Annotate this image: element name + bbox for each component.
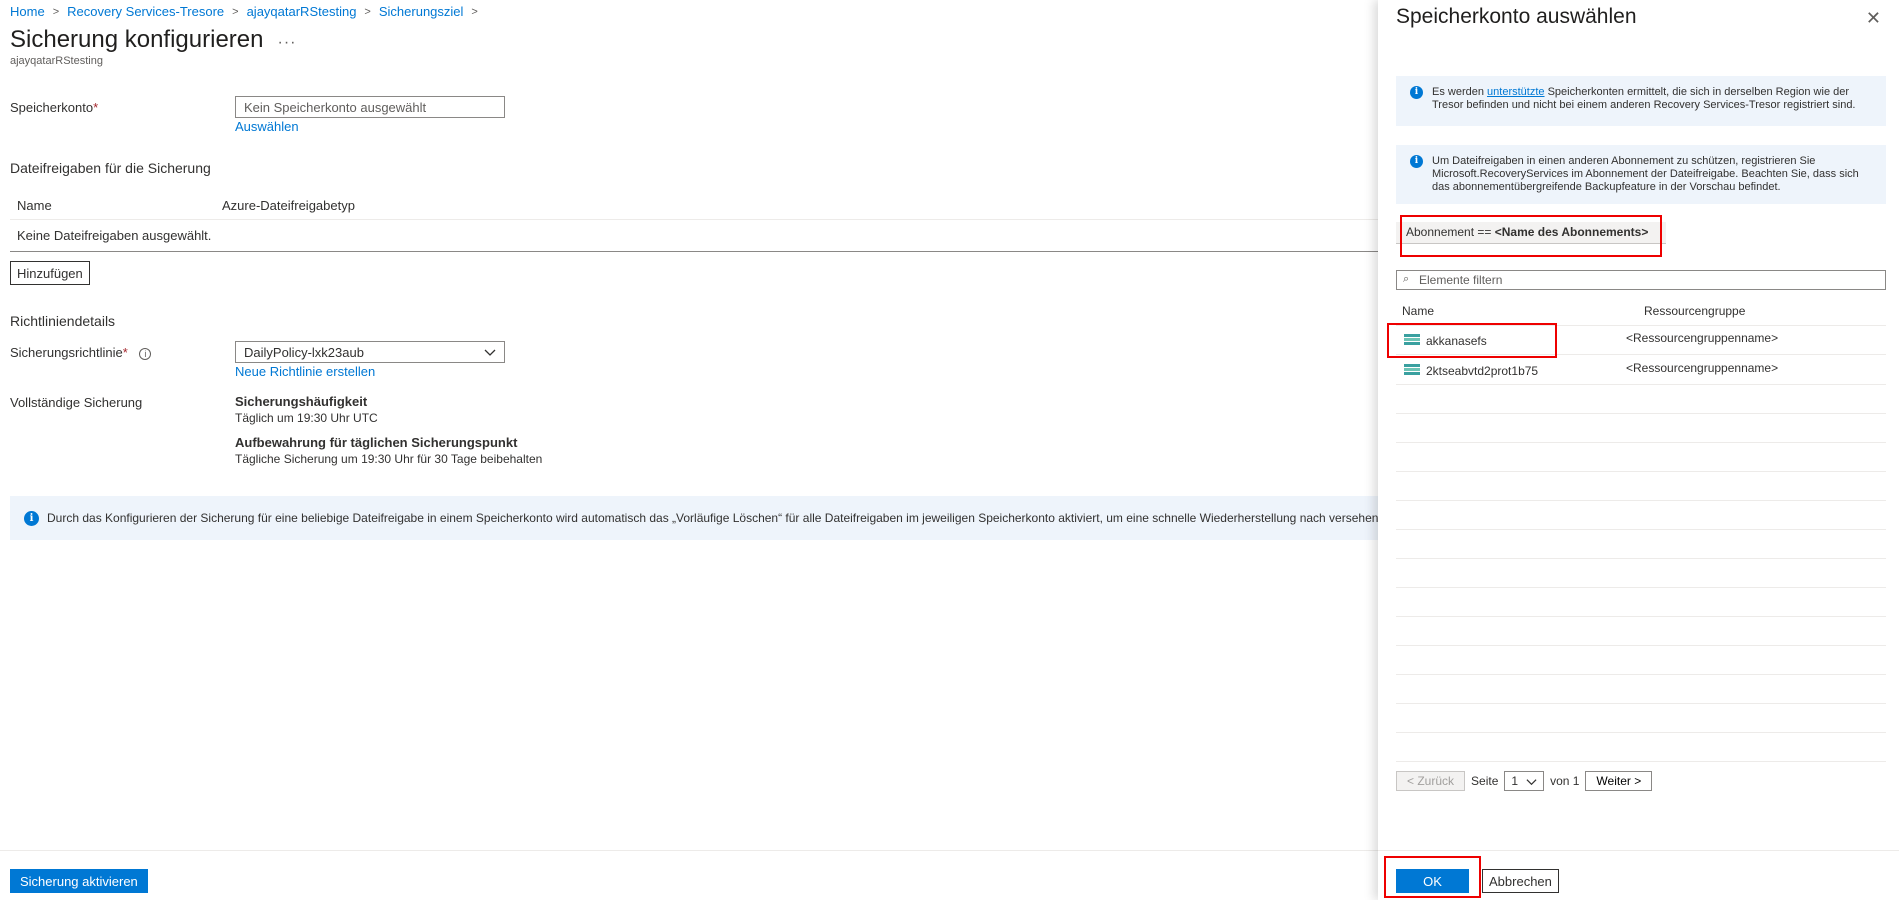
frequency-title: Sicherungshäufigkeit	[235, 394, 368, 409]
empty-row	[1396, 385, 1886, 414]
backup-policy-label-text: Sicherungsrichtlinie	[10, 345, 123, 360]
page-of-label: von 1	[1550, 774, 1580, 788]
page-select-value: 1	[1511, 774, 1519, 788]
filter-prefix: Abonnement ==	[1406, 225, 1495, 239]
chevron-right-icon: >	[232, 5, 239, 18]
storage-account-name: 2ktseabvtd2prot1b75	[1426, 364, 1539, 378]
full-backup-label: Vollständige Sicherung	[10, 395, 143, 410]
backup-policy-dropdown[interactable]: DailyPolicy-lxk23aub	[235, 341, 505, 363]
enable-backup-button[interactable]: Sicherung aktivieren	[10, 869, 148, 893]
chevron-right-icon: >	[471, 5, 478, 18]
page-title: Sicherung konfigurieren ···	[10, 26, 296, 54]
soft-delete-info-text: Durch das Konfigurieren der Sicherung fü…	[47, 511, 1380, 525]
ok-button[interactable]: OK	[1396, 869, 1469, 893]
empty-row	[1396, 675, 1886, 704]
close-icon[interactable]: ✕	[1866, 8, 1881, 29]
backup-policy-label: Sicherungsrichtlinie* i	[10, 345, 152, 360]
empty-row	[1396, 414, 1886, 443]
resource-group-name: <Ressourcengruppenname>	[1626, 361, 1779, 375]
page-subtitle: ajayqatarRStesting	[10, 55, 103, 67]
breadcrumb-home[interactable]: Home	[10, 4, 45, 19]
breadcrumb-backup-goal[interactable]: Sicherungsziel	[379, 4, 464, 19]
subscription-filter-pill[interactable]: Abonnement == <Name des Abonnements>	[1396, 222, 1666, 244]
resource-group-name: <Ressourcengruppenname>	[1626, 331, 1779, 345]
info-icon[interactable]: i	[139, 347, 152, 360]
empty-row	[1396, 530, 1886, 559]
required-mark: *	[93, 100, 99, 115]
cross-subscription-message: i Um Dateifreigaben in einen anderen Abo…	[1396, 145, 1886, 204]
empty-row	[1396, 501, 1886, 530]
file-shares-title: Dateifreigaben für die Sicherung	[10, 160, 211, 176]
empty-row	[1396, 704, 1886, 733]
empty-row	[1396, 559, 1886, 588]
storage-account-name: akkanasefs	[1426, 334, 1487, 348]
info-icon: i	[1410, 86, 1423, 99]
column-resource-group: Ressourcengruppe	[1644, 304, 1746, 318]
more-options-icon[interactable]: ···	[278, 34, 297, 52]
required-mark: *	[122, 345, 128, 360]
file-shares-table-header: Name Azure-Dateifreigabetyp	[10, 192, 1380, 220]
supported-link[interactable]: unterstützte	[1487, 86, 1544, 98]
frequency-value: Täglich um 19:30 Uhr UTC	[235, 411, 378, 425]
storage-account-icon	[1404, 334, 1420, 347]
breadcrumb-vault[interactable]: ajayqatarRStesting	[247, 4, 357, 19]
search-icon: ⌕	[1403, 273, 1410, 285]
select-storage-account-link[interactable]: Auswählen	[235, 119, 299, 134]
chevron-down-icon	[484, 349, 496, 356]
retention-value: Tägliche Sicherung um 19:30 Uhr für 30 T…	[235, 452, 543, 466]
storage-account-label: Speicherkonto*	[10, 100, 98, 115]
storage-account-field[interactable]: Kein Speicherkonto ausgewählt	[235, 96, 505, 118]
page-title-text: Sicherung konfigurieren	[10, 26, 264, 53]
column-name: Name	[1402, 304, 1435, 318]
chevron-down-icon	[1526, 778, 1537, 785]
empty-row	[1396, 617, 1886, 646]
blade-footer: Sicherung aktivieren	[0, 850, 1378, 900]
page-select[interactable]: 1	[1504, 771, 1545, 791]
create-policy-link[interactable]: Neue Richtlinie erstellen	[235, 364, 375, 379]
info-icon: i	[24, 510, 39, 526]
filter-items-placeholder: Elemente filtern	[1419, 273, 1503, 287]
table-row[interactable]: akkanasefs <Ressourcengruppenname>	[1396, 326, 1886, 355]
empty-row	[1396, 472, 1886, 501]
storage-account-label-text: Speicherkonto	[10, 100, 94, 115]
policy-details-title: Richtliniendetails	[10, 313, 116, 329]
cancel-button[interactable]: Abbrechen	[1482, 869, 1559, 893]
storage-account-icon	[1404, 364, 1420, 377]
msg2-text: Um Dateifreigaben in einen anderen Abonn…	[1432, 155, 1859, 193]
select-storage-account-panel: Speicherkonto auswählen ✕ i Es werden un…	[1378, 0, 1899, 900]
file-shares-empty-row: Keine Dateifreigaben ausgewählt.	[10, 222, 1380, 252]
empty-row	[1396, 443, 1886, 472]
column-share-type: Azure-Dateifreigabetyp	[222, 198, 355, 213]
msg1-pre: Es werden	[1432, 86, 1488, 98]
filter-value: <Name des Abonnements>	[1494, 225, 1649, 239]
empty-row	[1396, 733, 1886, 762]
backup-policy-selected: DailyPolicy-lxk23aub	[244, 345, 364, 360]
add-file-share-button[interactable]: Hinzufügen	[10, 261, 90, 285]
pagination: < Zurück Seite 1 von 1 Weiter >	[1396, 770, 1653, 792]
chevron-right-icon: >	[52, 5, 60, 18]
breadcrumb-recovery-vaults[interactable]: Recovery Services-Tresore	[67, 4, 224, 19]
panel-footer: OK Abbrechen	[1378, 850, 1899, 900]
chevron-right-icon: >	[364, 5, 371, 18]
empty-row	[1396, 646, 1886, 675]
filter-items-input[interactable]: ⌕ Elemente filtern	[1396, 270, 1886, 290]
retention-title: Aufbewahrung für täglichen Sicherungspun…	[235, 435, 518, 450]
page-label: Seite	[1471, 774, 1499, 788]
column-name: Name	[17, 198, 52, 213]
previous-page-button[interactable]: < Zurück	[1396, 771, 1466, 791]
table-row[interactable]: 2ktseabvtd2prot1b75 <Ressourcengruppenna…	[1396, 356, 1886, 385]
storage-accounts-table-header: Name Ressourcengruppe	[1396, 300, 1886, 326]
empty-row	[1396, 588, 1886, 617]
info-icon: i	[1410, 155, 1423, 168]
breadcrumb: Home > Recovery Services-Tresore > ajayq…	[10, 4, 486, 19]
supported-accounts-message: i Es werden unterstützte Speicherkonten …	[1396, 76, 1886, 126]
panel-title: Speicherkonto auswählen	[1396, 5, 1637, 28]
next-page-button[interactable]: Weiter >	[1585, 771, 1653, 791]
soft-delete-info-bar: i Durch das Konfigurieren der Sicherung …	[10, 496, 1380, 540]
